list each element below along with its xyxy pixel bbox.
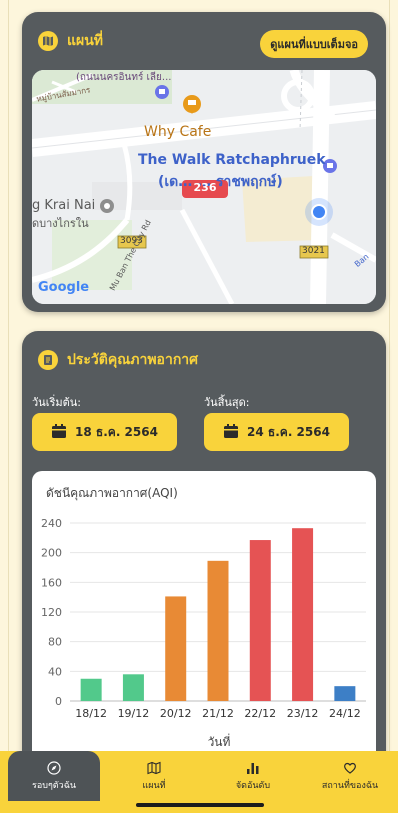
- end-date-button[interactable]: 24 ธ.ค. 2564: [204, 413, 349, 451]
- x-tick-label: 24/12: [329, 707, 361, 720]
- chart-xlabel: วันที่: [208, 733, 231, 749]
- chart-bar[interactable]: [334, 686, 356, 701]
- end-date-label: วันสิ้นสุด:: [204, 396, 250, 409]
- x-tick-label: 21/12: [202, 707, 234, 720]
- calendar-icon: [51, 423, 67, 442]
- y-tick-label: 0: [55, 695, 62, 708]
- chart-bar[interactable]: [249, 540, 271, 701]
- chart-bar[interactable]: [122, 674, 144, 701]
- nav-label-ranking: จัดอันดับ: [235, 780, 271, 791]
- chart-bar[interactable]: [292, 528, 314, 701]
- map-card-header: แผนที่: [38, 30, 103, 52]
- start-date-button[interactable]: 18 ธ.ค. 2564: [32, 413, 177, 451]
- nav-item-favorites[interactable]: สถานที่ของฉัน: [302, 751, 398, 801]
- y-tick-label: 160: [41, 576, 62, 589]
- nav-label-map: แผนที่: [142, 780, 166, 791]
- nav-label-nearby: รอบๆตัวฉัน: [32, 780, 76, 791]
- y-tick-label: 240: [41, 517, 62, 530]
- y-tick-label: 80: [48, 636, 62, 649]
- map-label-cafe[interactable]: Why Cafe: [144, 124, 211, 140]
- map-icon: [38, 31, 58, 51]
- x-tick-label: 19/12: [118, 707, 150, 720]
- air-history-title: ประวัติคุณภาพอากาศ: [67, 352, 199, 368]
- map-card-title: แผนที่: [67, 33, 104, 49]
- ranking-icon: [247, 762, 259, 774]
- chart-title: ดัชนีคุณภาพอากาศ(AQI): [46, 486, 178, 501]
- map-label-mall-line1[interactable]: The Walk Ratchaphruek: [138, 152, 326, 168]
- x-tick-label: 23/12: [287, 707, 319, 720]
- map-label-road-3021: 3021: [302, 246, 325, 256]
- document-icon: [38, 350, 58, 370]
- aqi-marker-label[interactable]: 236: [182, 181, 228, 194]
- compass-icon: [47, 760, 61, 775]
- start-date-label: วันเริ่มต้น:: [32, 396, 81, 409]
- x-tick-label: 18/12: [75, 707, 107, 720]
- air-history-card: ประวัติคุณภาพอากาศ วันเริ่มต้น: วันสิ้นส…: [22, 331, 386, 771]
- home-indicator: [136, 803, 264, 807]
- full-map-button[interactable]: ดูแผนที่แบบเต็มจอ: [260, 30, 368, 58]
- google-logo: Google: [38, 280, 90, 295]
- map-label-temple-line2: ดบางไกรใน: [32, 217, 89, 230]
- x-tick-label: 20/12: [160, 707, 192, 720]
- map-view[interactable]: (ถนนนครอินทร์ เลีย... หมู่บ้านสัมมากร Wh…: [32, 70, 376, 304]
- map-label-road-top: (ถนนนครอินทร์ เลีย...: [76, 72, 172, 83]
- aqi-bar-chart: ดัชนีคุณภาพอากาศ(AQI) 0 40 80 120 160 200 240 1…: [41, 486, 366, 749]
- end-date-value: 24 ธ.ค. 2564: [247, 424, 330, 439]
- y-tick-label: 40: [48, 665, 62, 678]
- map-icon: [147, 761, 161, 774]
- map-card: แผนที่ ดูแผนที่แบบเต็มจอ (ถนนนครอินทร์ เ…: [22, 12, 386, 312]
- nav-label-favorites: สถานที่ของฉัน: [321, 780, 379, 791]
- map-label-temple-line1: g Krai Nai: [32, 198, 96, 213]
- chart-bar[interactable]: [80, 678, 102, 701]
- heart-icon: [344, 762, 356, 774]
- y-tick-label: 120: [41, 606, 62, 619]
- chart-bar[interactable]: [165, 596, 187, 701]
- chart-bar[interactable]: [207, 560, 229, 701]
- nav-item-ranking[interactable]: จัดอันดับ: [210, 751, 296, 801]
- nav-item-map[interactable]: แผนที่: [112, 751, 196, 801]
- nav-item-nearby[interactable]: รอบๆตัวฉัน: [8, 751, 100, 801]
- calendar-icon: [223, 423, 239, 442]
- aqi-chart-container: ดัชนีคุณภาพอากาศ(AQI) 0 40 80 120 160 200 240 1…: [32, 471, 376, 771]
- start-date-value: 18 ธ.ค. 2564: [75, 424, 158, 439]
- x-tick-label: 22/12: [244, 707, 276, 720]
- y-tick-label: 200: [41, 547, 62, 560]
- air-history-header: ประวัติคุณภาพอากาศ: [38, 349, 198, 371]
